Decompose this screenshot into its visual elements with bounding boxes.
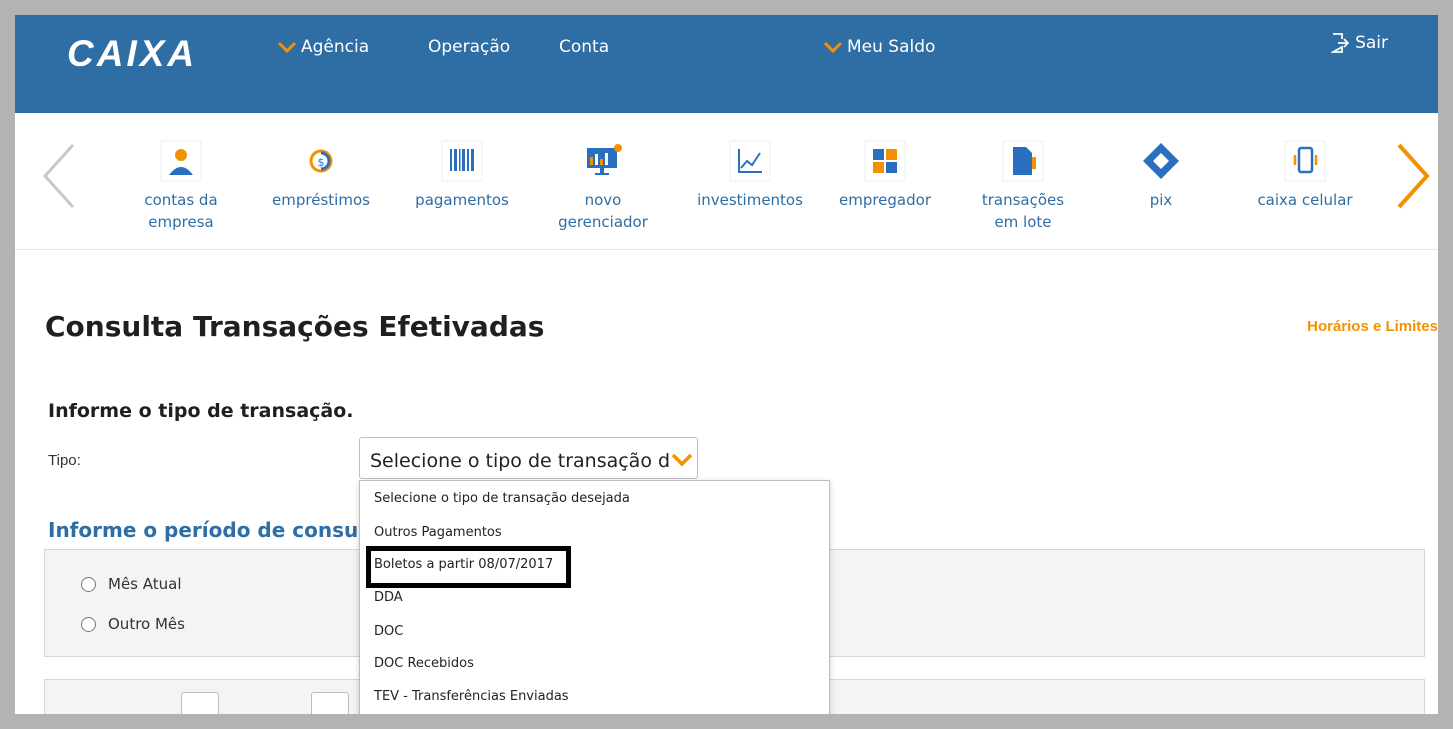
- type-label: Tipo:: [48, 452, 81, 469]
- monitor-chart-icon: [587, 144, 622, 175]
- carousel-item-label: investimentos: [697, 191, 803, 209]
- carousel-item-transacoes-lote[interactable]: transações em lote: [978, 139, 1068, 233]
- carousel-item-caixa-celular[interactable]: caixa celular: [1251, 139, 1359, 211]
- page-title: Consulta Transações Efetivadas: [45, 310, 545, 343]
- dropdown-option[interactable]: TEV - Transferências Enviadas: [374, 689, 569, 704]
- mobile-phone-icon: [1284, 140, 1326, 182]
- radio-circle[interactable]: [81, 576, 96, 592]
- carousel-next-arrow-icon[interactable]: [1393, 141, 1433, 211]
- carousel-item-label: contas da: [144, 191, 218, 209]
- select-value: Selecione o tipo de transação des: [370, 450, 692, 472]
- nav-agencia[interactable]: Agência: [277, 37, 369, 57]
- nav-meu-saldo-label: Meu Saldo: [847, 37, 936, 57]
- carousel-item-pagamentos[interactable]: pagamentos: [413, 139, 511, 211]
- nav-conta[interactable]: Conta: [559, 37, 609, 57]
- logo-text: CAIXA: [67, 33, 198, 74]
- dropdown-option[interactable]: DDA: [374, 590, 403, 605]
- documents-icon: [1002, 140, 1044, 182]
- chevron-down-icon: [671, 452, 693, 468]
- chevron-down-icon: [277, 41, 297, 54]
- logout-label: Sair: [1355, 33, 1388, 53]
- date-input-1[interactable]: [181, 692, 219, 714]
- carousel-item-label-2: gerenciador: [558, 213, 648, 231]
- carousel-item-label: empréstimos: [272, 191, 370, 209]
- puzzle-icon: [864, 140, 906, 182]
- transaction-type-dropdown: Selecione o tipo de transação desejada O…: [359, 480, 830, 714]
- logout-button[interactable]: Sair: [1331, 33, 1388, 53]
- services-carousel: contas da empresa $ empréstimos pagament…: [15, 113, 1438, 250]
- carousel-item-investimentos[interactable]: investimentos: [690, 139, 810, 211]
- chevron-down-icon: [823, 41, 843, 54]
- radio-other-month-label: Outro Mês: [108, 615, 185, 633]
- logout-icon: [1331, 33, 1350, 53]
- coin-icon: $: [309, 149, 333, 173]
- schedules-limits-link[interactable]: Horários e Limites: [1307, 318, 1438, 335]
- radio-current-month-label: Mês Atual: [108, 575, 182, 593]
- nav-meu-saldo[interactable]: Meu Saldo: [823, 37, 935, 57]
- nav-conta-label: Conta: [559, 37, 610, 57]
- highlight-annotation-box: [366, 546, 571, 588]
- date-input-2[interactable]: [311, 692, 349, 714]
- top-header: CAIXA Agência Operação Conta Meu Saldo S…: [15, 15, 1438, 113]
- nav-operacao-label: Operação: [428, 37, 511, 57]
- svg-text:$: $: [318, 156, 325, 169]
- period-heading: Informe o período de consulta: [48, 518, 389, 542]
- people-icon: [160, 140, 202, 182]
- carousel-item-label: pix: [1149, 191, 1173, 209]
- carousel-item-emprestimos[interactable]: $ empréstimos: [271, 139, 371, 211]
- carousel-prev-arrow-icon[interactable]: [39, 141, 79, 211]
- barcode-icon: [441, 140, 483, 182]
- radio-circle[interactable]: [81, 616, 96, 632]
- carousel-item-pix[interactable]: pix: [1121, 139, 1201, 211]
- nav-agencia-label: Agência: [301, 37, 370, 57]
- carousel-item-label: pagamentos: [415, 191, 509, 209]
- carousel-item-label: transações: [981, 191, 1065, 209]
- caixa-logo[interactable]: CAIXA: [67, 33, 197, 75]
- dropdown-option[interactable]: Outros Pagamentos: [374, 525, 502, 540]
- dropdown-option[interactable]: DOC Recebidos: [374, 656, 474, 671]
- pix-icon: [1143, 143, 1179, 179]
- line-chart-icon: [729, 140, 771, 182]
- transaction-type-select[interactable]: Selecione o tipo de transação des: [359, 437, 698, 479]
- app-window: CAIXA Agência Operação Conta Meu Saldo S…: [15, 15, 1438, 714]
- dropdown-option[interactable]: Selecione o tipo de transação desejada: [374, 491, 630, 506]
- carousel-item-label: caixa celular: [1257, 191, 1353, 209]
- carousel-item-contas-empresa[interactable]: contas da empresa: [133, 139, 229, 233]
- carousel-item-empregador[interactable]: empregador: [835, 139, 935, 211]
- transaction-type-heading: Informe o tipo de transação.: [48, 400, 354, 422]
- carousel-item-label-2: em lote: [994, 213, 1052, 231]
- carousel-item-label-2: empresa: [148, 213, 214, 231]
- radio-other-month[interactable]: Outro Mês: [81, 615, 185, 633]
- nav-operacao[interactable]: Operação: [428, 37, 510, 57]
- carousel-item-label: empregador: [838, 191, 931, 209]
- carousel-item-novo-gerenciador[interactable]: novo gerenciador: [555, 139, 651, 233]
- dropdown-option[interactable]: DOC: [374, 624, 403, 639]
- carousel-item-label: novo: [584, 191, 622, 209]
- radio-current-month[interactable]: Mês Atual: [81, 575, 182, 593]
